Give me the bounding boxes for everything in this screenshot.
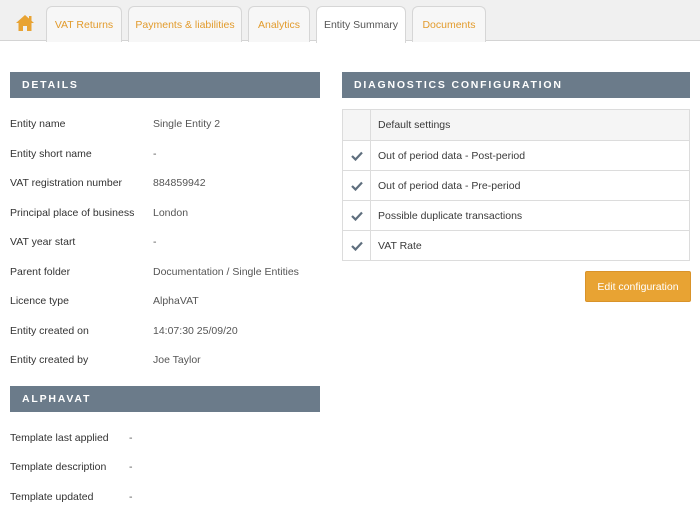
diagnostics-check-column: [343, 110, 371, 140]
diagnostics-item-duplicate-transactions: Possible duplicate transactions: [343, 200, 689, 230]
alphavat-label: Template last applied: [10, 432, 109, 444]
alphavat-value: -: [129, 432, 133, 444]
check-icon: [350, 241, 363, 251]
diagnostics-item-label: VAT Rate: [378, 239, 422, 252]
diagnostics-header-label: Default settings: [378, 119, 451, 131]
detail-value: London: [153, 207, 189, 219]
alphavat-label: Template description: [10, 461, 107, 473]
diagnostics-item-label: Possible duplicate transactions: [378, 209, 523, 222]
check-icon: [350, 211, 363, 221]
tab-bar: VAT Returns Payments & liabilities Analy…: [0, 0, 700, 43]
detail-label: Principal place of business: [10, 207, 135, 219]
detail-row-vat-registration-number: VAT registration number 884859942: [10, 175, 320, 191]
home-icon: [16, 15, 34, 31]
detail-value: Joe Taylor: [153, 354, 201, 366]
diagnostics-item-post-period: Out of period data - Post-period: [343, 140, 689, 170]
detail-label: Licence type: [10, 295, 69, 307]
diagnostics-check-cell: [343, 201, 371, 230]
details-header: DETAILS: [10, 72, 320, 98]
detail-value: -: [153, 236, 157, 248]
detail-label: VAT registration number: [10, 177, 123, 189]
detail-label: Entity name: [10, 118, 66, 130]
diagnostics-item-label: Out of period data - Post-period: [378, 149, 526, 162]
diagnostics-check-cell: [343, 171, 371, 200]
edit-configuration-button[interactable]: Edit configuration: [585, 271, 691, 302]
check-icon: [350, 151, 363, 161]
alphavat-row-template-updated: Template updated -: [10, 489, 320, 505]
alphavat-header: ALPHAVAT: [10, 386, 320, 412]
detail-label: VAT year start: [10, 236, 76, 248]
detail-value: -: [153, 148, 157, 160]
tab-entity-summary[interactable]: Entity Summary: [316, 6, 406, 43]
tab-analytics[interactable]: Analytics: [248, 6, 310, 42]
detail-row-entity-short-name: Entity short name -: [10, 146, 320, 162]
diagnostics-header: DIAGNOSTICS CONFIGURATION: [342, 72, 690, 98]
detail-row-licence-type: Licence type AlphaVAT: [10, 293, 320, 309]
detail-value: Documentation / Single Entities: [153, 266, 299, 278]
diagnostics-item-label: Out of period data - Pre-period: [378, 179, 521, 192]
tab-documents[interactable]: Documents: [412, 6, 486, 42]
detail-row-entity-created-on: Entity created on 14:07:30 25/09/20: [10, 323, 320, 339]
detail-value: AlphaVAT: [153, 295, 199, 307]
detail-label: Entity created by: [10, 354, 89, 366]
diagnostics-table-header: Default settings: [343, 110, 689, 140]
diagnostics-check-cell: [343, 231, 371, 260]
tab-payments-liabilities[interactable]: Payments & liabilities: [128, 6, 242, 42]
home-button[interactable]: [12, 10, 38, 36]
detail-row-entity-name: Entity name Single Entity 2: [10, 116, 320, 132]
alphavat-value: -: [129, 461, 133, 473]
alphavat-row-template-description: Template description -: [10, 459, 320, 475]
check-icon: [350, 181, 363, 191]
detail-value: Single Entity 2: [153, 118, 221, 130]
detail-label: Entity created on: [10, 325, 89, 337]
detail-value: 14:07:30 25/09/20: [153, 325, 238, 337]
alphavat-row-template-last-applied: Template last applied -: [10, 430, 320, 446]
diagnostics-table: Default settings Out of period data - Po…: [342, 109, 690, 261]
detail-label: Entity short name: [10, 148, 92, 160]
detail-value: 884859942: [153, 177, 206, 189]
detail-row-vat-year-start: VAT year start -: [10, 234, 320, 250]
detail-label: Parent folder: [10, 266, 71, 278]
detail-row-principal-place: Principal place of business London: [10, 205, 320, 221]
alphavat-value: -: [129, 491, 133, 503]
diagnostics-check-cell: [343, 141, 371, 170]
tab-vat-returns[interactable]: VAT Returns: [46, 6, 122, 42]
diagnostics-item-vat-rate: VAT Rate: [343, 230, 689, 260]
detail-row-entity-created-by: Entity created by Joe Taylor: [10, 352, 320, 368]
diagnostics-item-pre-period: Out of period data - Pre-period: [343, 170, 689, 200]
alphavat-label: Template updated: [10, 491, 94, 503]
detail-row-parent-folder: Parent folder Documentation / Single Ent…: [10, 264, 320, 280]
